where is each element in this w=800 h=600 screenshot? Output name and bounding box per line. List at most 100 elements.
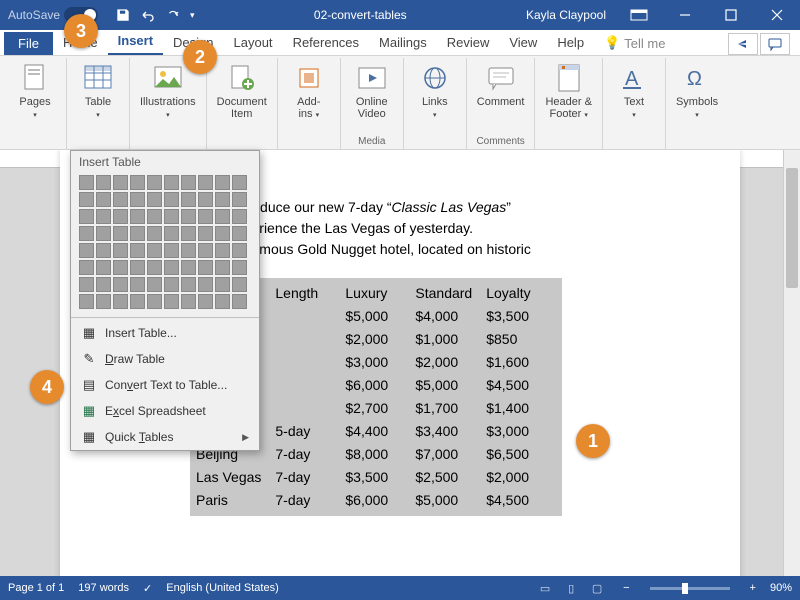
table-grid-cell[interactable] — [181, 226, 196, 241]
table-grid-cell[interactable] — [130, 175, 145, 190]
table-grid-cell[interactable] — [96, 294, 111, 309]
table-grid-cell[interactable] — [164, 294, 179, 309]
insert-table-menuitem[interactable]: ▦ Insert Table... — [71, 320, 259, 346]
table-grid-cell[interactable] — [181, 294, 196, 309]
table-grid-cell[interactable] — [181, 192, 196, 207]
table-grid-cell[interactable] — [79, 260, 94, 275]
maximize-button[interactable] — [708, 0, 754, 30]
table-grid-cell[interactable] — [130, 294, 145, 309]
read-mode-icon[interactable]: ▭ — [533, 579, 557, 597]
table-grid-cell[interactable] — [164, 175, 179, 190]
proofing-icon[interactable]: ✓ — [143, 582, 152, 595]
table-grid-cell[interactable] — [181, 260, 196, 275]
table-grid-cell[interactable] — [96, 277, 111, 292]
table-grid-cell[interactable] — [232, 294, 247, 309]
table-grid-cell[interactable] — [130, 209, 145, 224]
save-icon[interactable] — [116, 8, 130, 22]
table-grid-cell[interactable] — [113, 175, 128, 190]
table-grid-cell[interactable] — [130, 277, 145, 292]
web-layout-icon[interactable]: ▢ — [585, 579, 609, 597]
word-count[interactable]: 197 words — [78, 582, 129, 594]
table-size-grid[interactable] — [71, 175, 259, 315]
table-grid-cell[interactable] — [113, 192, 128, 207]
online-video-button[interactable]: Online Video — [347, 60, 397, 122]
table-grid-cell[interactable] — [181, 175, 196, 190]
table-grid-cell[interactable] — [198, 226, 213, 241]
tab-layout[interactable]: Layout — [224, 31, 283, 55]
table-grid-cell[interactable] — [79, 192, 94, 207]
table-grid-cell[interactable] — [164, 260, 179, 275]
table-grid-cell[interactable] — [232, 260, 247, 275]
table-grid-cell[interactable] — [215, 277, 230, 292]
tab-insert[interactable]: Insert — [108, 29, 163, 55]
table-grid-cell[interactable] — [232, 243, 247, 258]
close-button[interactable] — [754, 0, 800, 30]
table-grid-cell[interactable] — [147, 192, 162, 207]
table-grid-cell[interactable] — [232, 277, 247, 292]
table-grid-cell[interactable] — [130, 243, 145, 258]
excel-spreadsheet-menuitem[interactable]: ▦ Excel Spreadsheet — [71, 398, 259, 424]
table-button[interactable]: Table▾ — [73, 60, 123, 122]
table-grid-cell[interactable] — [113, 243, 128, 258]
table-grid-cell[interactable] — [198, 175, 213, 190]
table-grid-cell[interactable] — [147, 294, 162, 309]
table-grid-cell[interactable] — [79, 209, 94, 224]
draw-table-menuitem[interactable]: ✎ Draw Table — [71, 346, 259, 372]
table-grid-cell[interactable] — [79, 294, 94, 309]
tab-references[interactable]: References — [283, 31, 369, 55]
page-indicator[interactable]: Page 1 of 1 — [8, 582, 64, 594]
table-grid-cell[interactable] — [181, 243, 196, 258]
language-indicator[interactable]: English (United States) — [166, 582, 279, 594]
table-grid-cell[interactable] — [198, 294, 213, 309]
table-grid-cell[interactable] — [79, 243, 94, 258]
table-grid-cell[interactable] — [96, 226, 111, 241]
table-grid-cell[interactable] — [164, 277, 179, 292]
table-grid-cell[interactable] — [96, 175, 111, 190]
table-grid-cell[interactable] — [232, 175, 247, 190]
text-button[interactable]: A Text▾ — [609, 60, 659, 122]
zoom-slider[interactable] — [650, 587, 730, 590]
tab-review[interactable]: Review — [437, 31, 500, 55]
table-grid-cell[interactable] — [147, 277, 162, 292]
table-grid-cell[interactable] — [147, 260, 162, 275]
addins-button[interactable]: Add- ins ▾ — [284, 60, 334, 122]
table-grid-cell[interactable] — [215, 294, 230, 309]
scrollbar-thumb[interactable] — [786, 168, 798, 288]
table-grid-cell[interactable] — [198, 209, 213, 224]
table-grid-cell[interactable] — [96, 192, 111, 207]
zoom-out-button[interactable]: − — [623, 582, 629, 594]
quick-tables-menuitem[interactable]: ▦ Quick Tables ▶ — [71, 424, 259, 450]
table-grid-cell[interactable] — [215, 260, 230, 275]
table-grid-cell[interactable] — [164, 243, 179, 258]
table-grid-cell[interactable] — [215, 243, 230, 258]
pages-button[interactable]: Pages▾ — [10, 60, 60, 122]
table-grid-cell[interactable] — [79, 277, 94, 292]
table-grid-cell[interactable] — [113, 277, 128, 292]
share-button[interactable] — [728, 33, 758, 55]
vertical-scrollbar[interactable] — [783, 150, 800, 576]
table-grid-cell[interactable] — [181, 209, 196, 224]
table-grid-cell[interactable] — [198, 243, 213, 258]
links-button[interactable]: Links▾ — [410, 60, 460, 122]
comment-button[interactable]: Comment — [473, 60, 529, 110]
comments-pane-button[interactable] — [760, 33, 790, 55]
table-grid-cell[interactable] — [79, 175, 94, 190]
table-grid-cell[interactable] — [232, 226, 247, 241]
table-grid-cell[interactable] — [79, 226, 94, 241]
table-grid-cell[interactable] — [130, 192, 145, 207]
table-grid-cell[interactable] — [147, 243, 162, 258]
ribbon-collapse-icon[interactable] — [616, 0, 662, 30]
print-layout-icon[interactable]: ▯ — [559, 579, 583, 597]
table-grid-cell[interactable] — [147, 209, 162, 224]
table-grid-cell[interactable] — [96, 243, 111, 258]
table-grid-cell[interactable] — [113, 294, 128, 309]
table-grid-cell[interactable] — [147, 226, 162, 241]
table-grid-cell[interactable] — [215, 175, 230, 190]
table-grid-cell[interactable] — [164, 209, 179, 224]
header-footer-button[interactable]: Header & Footer ▾ — [541, 60, 595, 122]
convert-text-to-table-menuitem[interactable]: ▤ Convert Text to Table... — [71, 372, 259, 398]
table-grid-cell[interactable] — [96, 260, 111, 275]
redo-icon[interactable] — [166, 8, 180, 22]
table-grid-cell[interactable] — [164, 226, 179, 241]
tab-help[interactable]: Help — [547, 31, 594, 55]
